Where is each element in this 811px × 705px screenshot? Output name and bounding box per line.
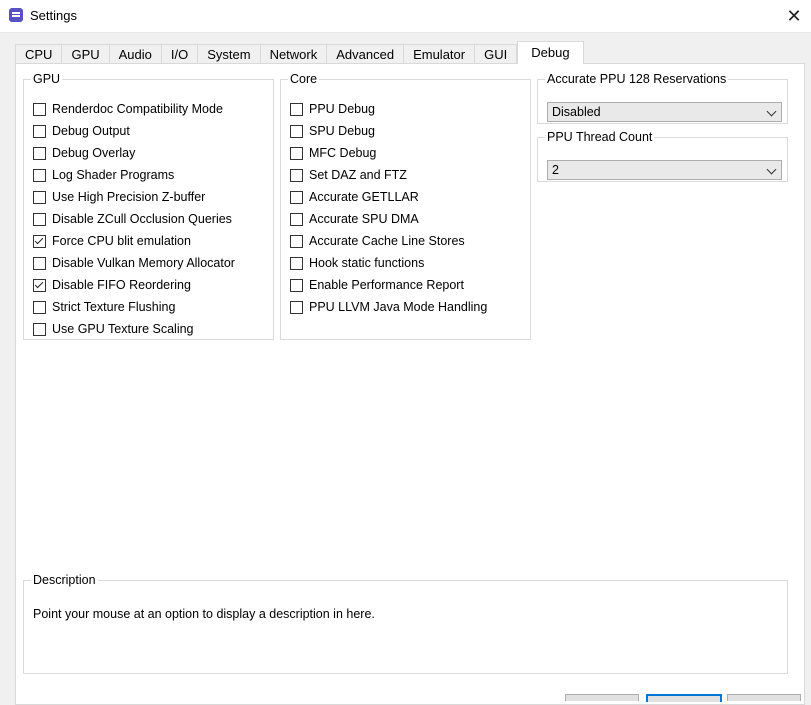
checkbox-checked-icon[interactable] (33, 234, 46, 248)
checkbox-label: Disable ZCull Occlusion Queries (52, 212, 232, 226)
ppu-reservations-value: Disabled (552, 105, 601, 119)
checkbox-label: Log Shader Programs (52, 168, 175, 182)
checkbox-label: Disable Vulkan Memory Allocator (52, 256, 235, 270)
gpu-checkbox-disable-fifo-reordering[interactable]: Disable FIFO Reordering (33, 276, 191, 294)
ppu-thread-count-title: PPU Thread Count (547, 130, 653, 144)
title-bar: Settings ✕ (0, 0, 811, 33)
description-group: Description Point your mouse at an optio… (23, 573, 788, 674)
tab-gui[interactable]: GUI (474, 44, 518, 64)
gpu-checkbox-debug-output[interactable]: Debug Output (33, 122, 130, 140)
core-checkbox-hook-static-functions[interactable]: Hook static functions (290, 254, 424, 272)
core-checkbox-accurate-cache-line-stores[interactable]: Accurate Cache Line Stores (290, 232, 465, 250)
checkbox-unchecked-icon[interactable] (33, 102, 46, 116)
checkbox-unchecked-icon[interactable] (290, 212, 303, 226)
close-icon[interactable]: ✕ (777, 0, 811, 32)
gpu-checkbox-use-high-precision-z-buffer[interactable]: Use High Precision Z-buffer (33, 188, 205, 206)
tab-emulator[interactable]: Emulator (403, 44, 475, 64)
gpu-checkbox-disable-vulkan-memory-allocator[interactable]: Disable Vulkan Memory Allocator (33, 254, 235, 272)
tab-advanced[interactable]: Advanced (326, 44, 404, 64)
checkbox-label: Accurate GETLLAR (309, 190, 419, 204)
ppu-reservations-group: Accurate PPU 128 Reservations Disabled (537, 72, 788, 124)
gpu-group-title: GPU (33, 72, 61, 86)
ppu-reservations-title: Accurate PPU 128 Reservations (547, 72, 727, 86)
checkbox-unchecked-icon[interactable] (290, 300, 303, 314)
tab-network[interactable]: Network (259, 44, 327, 64)
checkbox-label: Hook static functions (309, 256, 425, 270)
checkbox-unchecked-icon[interactable] (290, 278, 303, 292)
tab-audio[interactable]: Audio (108, 44, 161, 64)
tab-debug[interactable]: Debug (517, 41, 584, 64)
core-checkbox-accurate-getllar[interactable]: Accurate GETLLAR (290, 188, 419, 206)
checkbox-unchecked-icon[interactable] (290, 102, 303, 116)
app-icon (9, 8, 23, 22)
core-checkbox-ppu-llvm-java-mode-handling[interactable]: PPU LLVM Java Mode Handling (290, 298, 487, 316)
checkbox-unchecked-icon[interactable] (290, 190, 303, 204)
tab-gpu[interactable]: GPU (61, 44, 109, 64)
core-checkbox-mfc-debug[interactable]: MFC Debug (290, 144, 376, 162)
chevron-down-icon (766, 164, 777, 175)
checkbox-unchecked-icon[interactable] (290, 168, 303, 182)
core-checkbox-spu-debug[interactable]: SPU Debug (290, 122, 375, 140)
checkbox-label: SPU Debug (309, 124, 376, 138)
core-group: Core PPU Debug SPU Debug MFC Debug Set DAZ … (280, 72, 531, 340)
chevron-down-icon (766, 106, 777, 117)
core-checkbox-ppu-debug[interactable]: PPU Debug (290, 100, 375, 118)
gpu-checkbox-debug-overlay[interactable]: Debug Overlay (33, 144, 135, 162)
core-checkbox-accurate-spu-dma[interactable]: Accurate SPU DMA (290, 210, 419, 228)
checkbox-unchecked-icon[interactable] (33, 146, 46, 160)
checkbox-unchecked-icon[interactable] (33, 256, 46, 270)
core-checkbox-set-daz-and-ftz[interactable]: Set DAZ and FTZ (290, 166, 407, 184)
checkbox-unchecked-icon[interactable] (33, 322, 46, 336)
checkbox-label: Debug Overlay (52, 146, 136, 160)
checkbox-label: Use GPU Texture Scaling (52, 322, 194, 336)
gpu-checkbox-log-shader-programs[interactable]: Log Shader Programs (33, 166, 174, 184)
checkbox-unchecked-icon[interactable] (290, 256, 303, 270)
dialog-button[interactable] (727, 694, 801, 701)
checkbox-unchecked-icon[interactable] (290, 124, 303, 138)
gpu-checkbox-force-cpu-blit-emulation[interactable]: Force CPU blit emulation (33, 232, 191, 250)
checkbox-label: Use High Precision Z-buffer (52, 190, 206, 204)
core-group-title: Core (290, 72, 318, 86)
tab-system[interactable]: System (197, 44, 260, 64)
tab-cpu[interactable]: CPU (15, 44, 62, 64)
description-text: Point your mouse at an option to display… (33, 607, 375, 621)
checkbox-label: Force CPU blit emulation (52, 234, 191, 248)
checkbox-label: PPU Debug (309, 102, 376, 116)
gpu-checkbox-use-gpu-texture-scaling[interactable]: Use GPU Texture Scaling (33, 320, 194, 338)
ppu-thread-count-group: PPU Thread Count 2 (537, 130, 788, 182)
checkbox-label: MFC Debug (309, 146, 377, 160)
checkbox-checked-icon[interactable] (33, 278, 46, 292)
gpu-checkbox-disable-zcull-occlusion-queries[interactable]: Disable ZCull Occlusion Queries (33, 210, 232, 228)
checkbox-unchecked-icon[interactable] (290, 234, 303, 248)
checkbox-label: PPU LLVM Java Mode Handling (309, 300, 488, 314)
checkbox-label: Disable FIFO Reordering (52, 278, 191, 292)
core-checkbox-enable-performance-report[interactable]: Enable Performance Report (290, 276, 464, 294)
description-title: Description (33, 573, 96, 587)
ppu-thread-count-value: 2 (552, 163, 559, 177)
checkbox-label: Strict Texture Flushing (52, 300, 176, 314)
checkbox-label: Renderdoc Compatibility Mode (52, 102, 223, 116)
debug-tab-pane: GPU Renderdoc Compatibility Mode Debug Ou… (15, 63, 805, 705)
gpu-checkbox-renderdoc-compatibility-mode[interactable]: Renderdoc Compatibility Mode (33, 100, 223, 118)
tab-bar: CPU GPU Audio I/O System Network Advanced Emula… (15, 41, 584, 64)
checkbox-unchecked-icon[interactable] (290, 146, 303, 160)
checkbox-label: Set DAZ and FTZ (309, 168, 407, 182)
gpu-checkbox-strict-texture-flushing[interactable]: Strict Texture Flushing (33, 298, 175, 316)
checkbox-unchecked-icon[interactable] (33, 124, 46, 138)
checkbox-unchecked-icon[interactable] (33, 190, 46, 204)
ppu-thread-count-select[interactable]: 2 (547, 160, 782, 180)
checkbox-unchecked-icon[interactable] (33, 300, 46, 314)
ppu-reservations-select[interactable]: Disabled (547, 102, 782, 122)
gpu-group: GPU Renderdoc Compatibility Mode Debug Ou… (23, 72, 274, 340)
checkbox-label: Accurate SPU DMA (309, 212, 419, 226)
checkbox-label: Accurate Cache Line Stores (309, 234, 465, 248)
checkbox-unchecked-icon[interactable] (33, 212, 46, 226)
checkbox-label: Enable Performance Report (309, 278, 464, 292)
tab-i-o[interactable]: I/O (160, 44, 198, 64)
dialog-button[interactable] (565, 694, 639, 701)
window-title: Settings (30, 8, 77, 23)
checkbox-unchecked-icon[interactable] (33, 168, 46, 182)
dialog-button-default[interactable] (646, 694, 722, 702)
checkbox-label: Debug Output (52, 124, 130, 138)
